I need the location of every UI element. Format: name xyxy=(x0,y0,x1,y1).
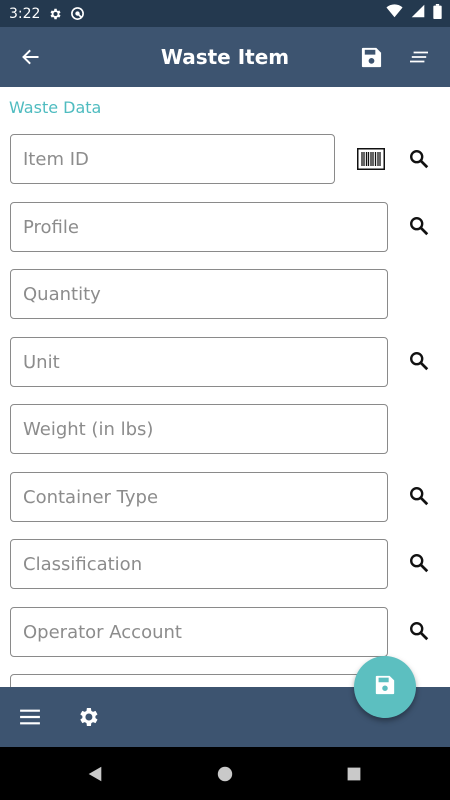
save-icon xyxy=(374,674,396,701)
item-id-field[interactable] xyxy=(10,134,335,184)
unit-input[interactable] xyxy=(11,338,387,386)
app-bar: Waste Item xyxy=(0,27,450,87)
container-type-field[interactable] xyxy=(10,472,388,522)
section-label: Waste Data xyxy=(9,98,102,117)
search-icon[interactable] xyxy=(404,548,434,578)
home-nav-icon[interactable] xyxy=(210,759,240,789)
save-fab-button[interactable] xyxy=(354,656,416,718)
system-nav-bar xyxy=(0,747,450,800)
save-icon[interactable] xyxy=(354,40,388,74)
item-id-input[interactable] xyxy=(11,135,334,183)
back-arrow-icon[interactable] xyxy=(14,40,48,74)
container-type-input[interactable] xyxy=(11,473,387,521)
sort-icon[interactable] xyxy=(402,40,436,74)
settings-icon[interactable] xyxy=(72,701,104,733)
profile-field[interactable] xyxy=(10,202,388,252)
weight-field[interactable] xyxy=(10,404,388,454)
signal-icon xyxy=(411,4,425,23)
wifi-icon xyxy=(386,4,403,23)
unit-field[interactable] xyxy=(10,337,388,387)
barcode-icon[interactable] xyxy=(356,144,386,174)
gear-icon xyxy=(48,7,62,21)
operator-account-field[interactable] xyxy=(10,607,388,657)
quantity-input[interactable] xyxy=(11,270,387,318)
classification-field[interactable] xyxy=(10,539,388,589)
status-time: 3:22 xyxy=(9,5,41,22)
search-icon[interactable] xyxy=(404,144,434,174)
classification-input[interactable] xyxy=(11,540,387,588)
sync-icon xyxy=(70,6,85,21)
search-icon[interactable] xyxy=(404,616,434,646)
profile-input[interactable] xyxy=(11,203,387,251)
operator-account-input[interactable] xyxy=(11,608,387,656)
weight-input[interactable] xyxy=(11,405,387,453)
back-nav-icon[interactable] xyxy=(80,759,110,789)
recents-nav-icon[interactable] xyxy=(339,759,369,789)
search-icon[interactable] xyxy=(404,211,434,241)
menu-icon[interactable] xyxy=(14,701,46,733)
quantity-field[interactable] xyxy=(10,269,388,319)
status-bar: 3:22 xyxy=(0,0,450,27)
battery-icon xyxy=(433,3,442,24)
search-icon[interactable] xyxy=(404,346,434,376)
search-icon[interactable] xyxy=(404,481,434,511)
